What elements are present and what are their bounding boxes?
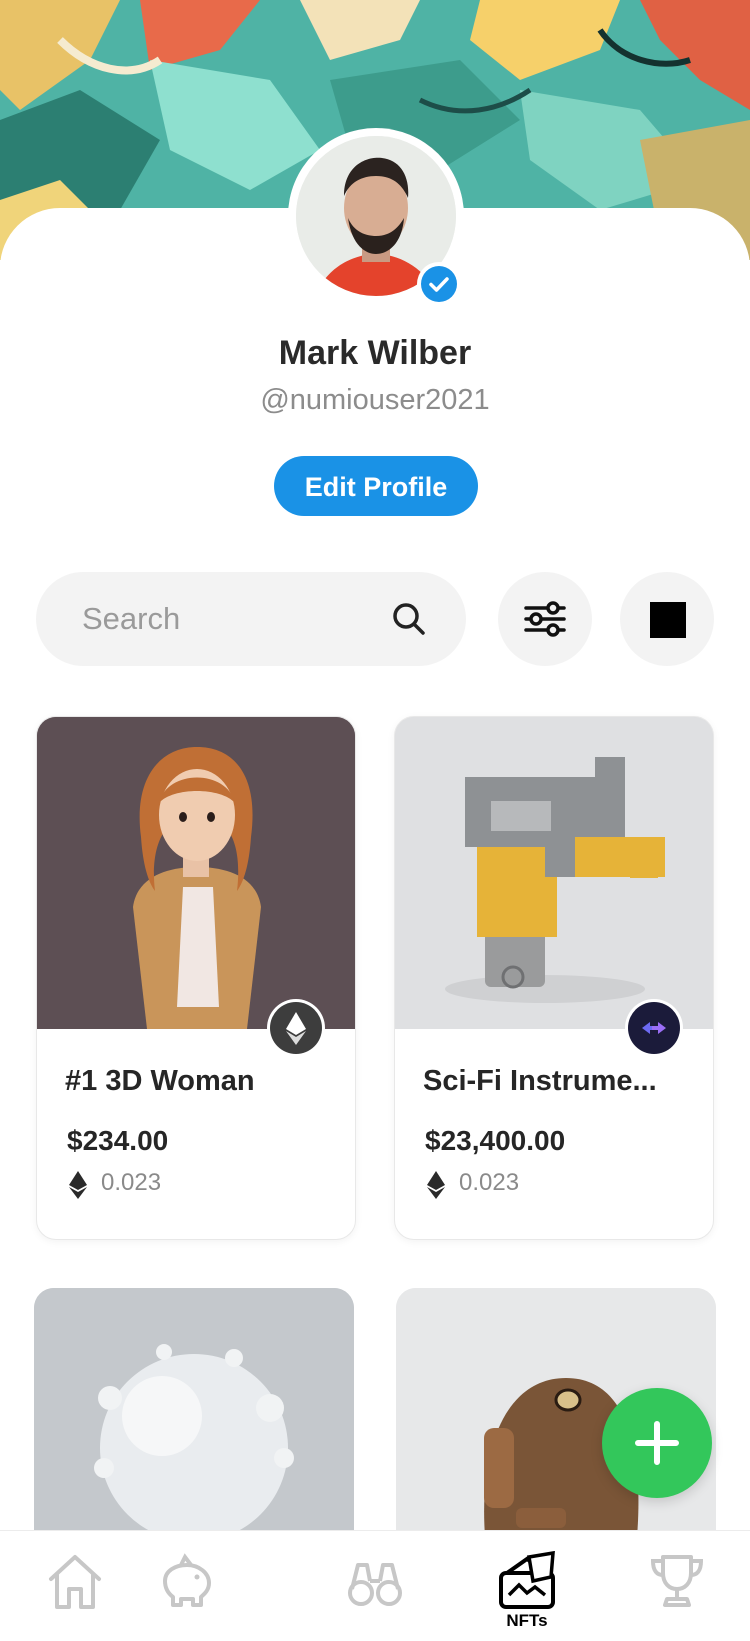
nft-image bbox=[395, 717, 713, 1029]
nft-eth-price: 0.023 bbox=[459, 1169, 520, 1196]
piggy-bank-icon bbox=[163, 1553, 211, 1607]
profile-name: Mark Wilber bbox=[278, 334, 472, 372]
ethereum-icon bbox=[427, 1171, 445, 1199]
plus-icon bbox=[635, 1421, 679, 1465]
search-input[interactable]: Search bbox=[36, 572, 466, 666]
nft-card[interactable] bbox=[34, 1288, 354, 1548]
nft-image bbox=[34, 1288, 354, 1548]
search-icon[interactable] bbox=[390, 600, 428, 638]
nav-savings[interactable] bbox=[110, 1531, 260, 1641]
trophy-icon bbox=[650, 1555, 704, 1607]
bridge-arrows-icon bbox=[642, 1022, 666, 1034]
checkmark-icon bbox=[429, 277, 449, 292]
sliders-icon bbox=[524, 601, 566, 637]
square-icon bbox=[650, 602, 686, 638]
add-nft-button[interactable] bbox=[602, 1388, 712, 1498]
filter-button[interactable] bbox=[498, 572, 592, 666]
nav-explore[interactable] bbox=[300, 1531, 450, 1641]
nft-card[interactable]: #1 3D Woman $234.00 0.023 bbox=[36, 716, 356, 1240]
profile-handle: @numiouser2021 bbox=[260, 384, 490, 416]
chain-badge bbox=[625, 999, 683, 1057]
nft-price: $23,400.00 bbox=[425, 1125, 566, 1156]
ethereum-icon bbox=[69, 1171, 87, 1199]
nft-price: $234.00 bbox=[67, 1125, 169, 1156]
home-icon bbox=[49, 1555, 101, 1609]
search-placeholder: Search bbox=[82, 601, 181, 636]
nav-nfts[interactable]: NFTs bbox=[452, 1531, 602, 1641]
nft-card[interactable]: Sci-Fi Instrume... $23,400.00 0.023 bbox=[394, 716, 714, 1240]
nfts-icon bbox=[499, 1551, 555, 1609]
nav-nfts-label: NFTs bbox=[506, 1611, 548, 1630]
edit-profile-button[interactable]: Edit Profile bbox=[274, 456, 478, 516]
nft-image bbox=[37, 717, 355, 1029]
ethereum-icon bbox=[286, 1012, 306, 1045]
nft-title: #1 3D Woman bbox=[65, 1065, 255, 1097]
nav-rewards[interactable] bbox=[602, 1531, 750, 1641]
chain-badge bbox=[267, 999, 325, 1057]
binoculars-icon bbox=[348, 1563, 402, 1606]
nft-eth-price: 0.023 bbox=[101, 1169, 162, 1196]
view-toggle-button[interactable] bbox=[620, 572, 714, 666]
bottom-navigation: NFTs bbox=[0, 1530, 750, 1641]
verified-badge bbox=[417, 262, 461, 306]
nft-title: Sci-Fi Instrume... bbox=[423, 1065, 657, 1097]
